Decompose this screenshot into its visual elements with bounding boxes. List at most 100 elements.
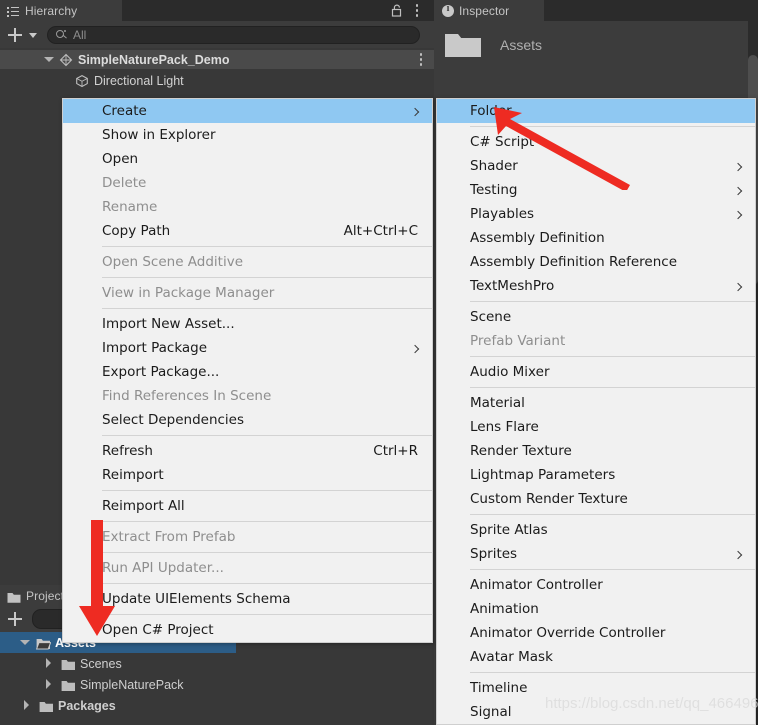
menu-item-select-dependencies[interactable]: Select Dependencies bbox=[63, 408, 432, 432]
menu-separator bbox=[102, 246, 432, 247]
tab-inspector-label: Inspector bbox=[459, 3, 510, 18]
project-row-simplenaturepack[interactable]: SimpleNaturePack bbox=[0, 674, 236, 695]
menu-item-label: Reimport All bbox=[102, 498, 185, 514]
menu-item-audio-mixer[interactable]: Audio Mixer bbox=[437, 360, 755, 384]
menu-item-label: Custom Render Texture bbox=[470, 491, 628, 507]
hierarchy-row-scene[interactable]: SimpleNaturePack_Demo bbox=[0, 50, 434, 69]
menu-item-label: View in Package Manager bbox=[102, 285, 275, 301]
menu-item-refresh[interactable]: Refresh Ctrl+R bbox=[63, 439, 432, 463]
project-row-scenes[interactable]: Scenes bbox=[0, 653, 236, 674]
menu-item-label: Material bbox=[470, 395, 525, 411]
hierarchy-row-directional-light[interactable]: Directional Light bbox=[0, 71, 434, 90]
scene-icon bbox=[59, 53, 73, 67]
tab-project-label: Project bbox=[26, 588, 65, 603]
menu-item-label: Create bbox=[102, 103, 147, 119]
kebab-menu-icon[interactable] bbox=[411, 4, 423, 18]
menu-item-render-texture[interactable]: Render Texture bbox=[437, 439, 755, 463]
menu-item-animation[interactable]: Animation bbox=[437, 597, 755, 621]
project-row-packages[interactable]: Packages bbox=[0, 695, 236, 716]
search-input-placeholder: All bbox=[73, 27, 87, 42]
menu-item-label: Open Scene Additive bbox=[102, 254, 244, 270]
chevron-right-icon[interactable] bbox=[22, 700, 33, 711]
menu-item-label: Extract From Prefab bbox=[102, 529, 236, 545]
create-asset-button[interactable] bbox=[4, 608, 26, 630]
menu-item-copy-path[interactable]: Copy Path Alt+Ctrl+C bbox=[63, 219, 432, 243]
menu-separator bbox=[470, 514, 755, 515]
menu-item-label: Animator Controller bbox=[470, 577, 603, 593]
menu-item-assembly-definition-reference[interactable]: Assembly Definition Reference bbox=[437, 250, 755, 274]
menu-item-label: Open bbox=[102, 151, 139, 167]
chevron-down-icon[interactable] bbox=[44, 54, 55, 65]
project-row-label: Packages bbox=[58, 698, 116, 713]
menu-item-import-package[interactable]: Import Package bbox=[63, 336, 432, 360]
menu-item-label: Animator Override Controller bbox=[470, 625, 666, 641]
menu-item-sprite-atlas[interactable]: Sprite Atlas bbox=[437, 518, 755, 542]
menu-item-open[interactable]: Open bbox=[63, 147, 432, 171]
menu-item-label: Scene bbox=[470, 309, 512, 325]
kebab-menu-icon[interactable] bbox=[419, 53, 422, 68]
menu-item-sprites[interactable]: Sprites bbox=[437, 542, 755, 566]
inspector-asset-header: Assets bbox=[434, 21, 758, 69]
menu-item-label: Update UIElements Schema bbox=[102, 591, 291, 607]
hierarchy-row-label: SimpleNaturePack_Demo bbox=[78, 52, 230, 67]
menu-item-import-new-asset[interactable]: Import New Asset... bbox=[63, 312, 432, 336]
menu-item-reimport[interactable]: Reimport bbox=[63, 463, 432, 487]
folder-icon bbox=[7, 590, 21, 603]
chevron-right-icon bbox=[735, 210, 742, 219]
lock-open-icon[interactable] bbox=[391, 4, 403, 17]
menu-separator bbox=[470, 672, 755, 673]
menu-item-show-in-explorer[interactable]: Show in Explorer bbox=[63, 123, 432, 147]
menu-item-open-scene-additive: Open Scene Additive bbox=[63, 250, 432, 274]
menu-item-animator-controller[interactable]: Animator Controller bbox=[437, 573, 755, 597]
menu-item-textmeshpro[interactable]: TextMeshPro bbox=[437, 274, 755, 298]
chevron-down-icon[interactable] bbox=[20, 637, 31, 648]
menu-item-label: Refresh bbox=[102, 443, 153, 459]
menu-separator bbox=[470, 301, 755, 302]
folder-icon bbox=[39, 700, 53, 712]
menu-item-create[interactable]: Create bbox=[63, 99, 432, 123]
create-submenu: Folder C# Script Shader Testing Playables Ass… bbox=[436, 98, 756, 725]
tab-inspector[interactable]: Inspector bbox=[434, 0, 544, 21]
menu-item-assembly-definition[interactable]: Assembly Definition bbox=[437, 226, 755, 250]
chevron-right-icon[interactable] bbox=[44, 679, 55, 690]
menu-item-find-references-in-scene: Find References In Scene bbox=[63, 384, 432, 408]
menu-item-label: Animation bbox=[470, 601, 539, 617]
inspector-tabbar: Inspector bbox=[434, 0, 758, 21]
tab-hierarchy[interactable]: Hierarchy bbox=[0, 0, 122, 21]
gameobject-cube-icon bbox=[75, 74, 89, 88]
menu-item-signal[interactable]: Signal bbox=[437, 700, 755, 724]
menu-item-lens-flare[interactable]: Lens Flare bbox=[437, 415, 755, 439]
folder-open-icon bbox=[35, 637, 52, 650]
project-row-label: Scenes bbox=[80, 656, 122, 671]
menu-separator bbox=[102, 490, 432, 491]
menu-separator bbox=[470, 569, 755, 570]
menu-item-custom-render-texture[interactable]: Custom Render Texture bbox=[437, 487, 755, 511]
chevron-down-icon[interactable] bbox=[26, 24, 40, 46]
menu-item-timeline[interactable]: Timeline bbox=[437, 676, 755, 700]
search-input[interactable]: All bbox=[47, 25, 420, 44]
menu-item-reimport-all[interactable]: Reimport All bbox=[63, 494, 432, 518]
folder-icon bbox=[61, 679, 75, 691]
menu-item-avatar-mask[interactable]: Avatar Mask bbox=[437, 645, 755, 669]
menu-item-label: Assembly Definition bbox=[470, 230, 605, 246]
menu-item-scene[interactable]: Scene bbox=[437, 305, 755, 329]
menu-item-lightmap-parameters[interactable]: Lightmap Parameters bbox=[437, 463, 755, 487]
menu-item-label: Copy Path bbox=[102, 223, 171, 239]
menu-item-rename: Rename bbox=[63, 195, 432, 219]
chevron-right-icon[interactable] bbox=[44, 658, 55, 669]
menu-item-label: Assembly Definition Reference bbox=[470, 254, 678, 270]
menu-item-view-in-package-manager: View in Package Manager bbox=[63, 281, 432, 305]
menu-item-material[interactable]: Material bbox=[437, 391, 755, 415]
add-gameobject-button[interactable] bbox=[4, 24, 26, 46]
menu-item-export-package[interactable]: Export Package... bbox=[63, 360, 432, 384]
menu-item-animator-override-controller[interactable]: Animator Override Controller bbox=[437, 621, 755, 645]
menu-item-label: Export Package... bbox=[102, 364, 220, 380]
menu-item-playables[interactable]: Playables bbox=[437, 202, 755, 226]
menu-item-label: Import Package bbox=[102, 340, 208, 356]
chevron-right-icon bbox=[412, 107, 419, 116]
chevron-right-icon bbox=[735, 282, 742, 291]
menu-item-label: Show in Explorer bbox=[102, 127, 216, 143]
menu-item-label: Import New Asset... bbox=[102, 316, 235, 332]
menu-item-label: Playables bbox=[470, 206, 535, 222]
menu-item-label: TextMeshPro bbox=[470, 278, 555, 294]
